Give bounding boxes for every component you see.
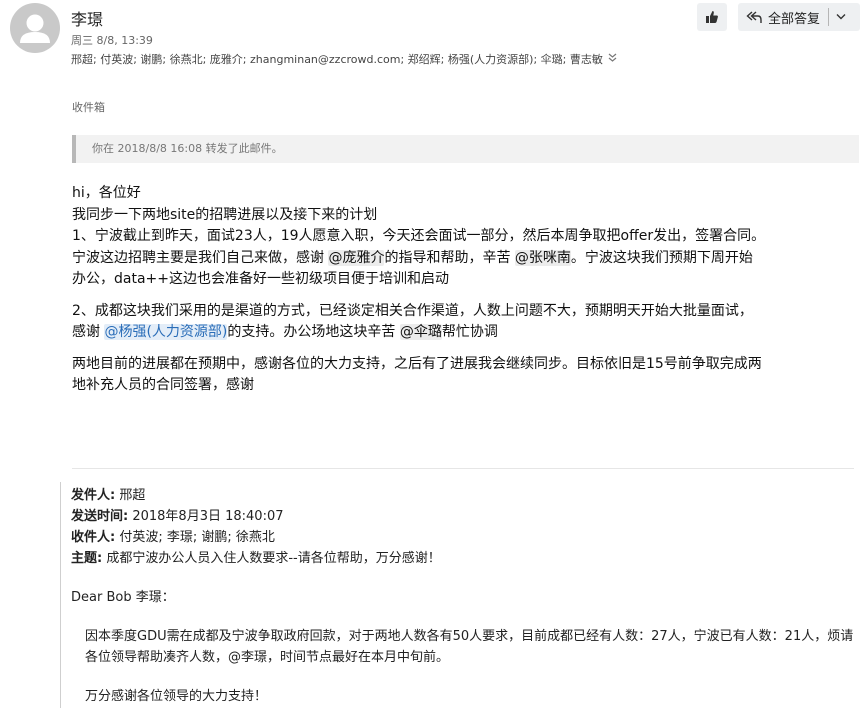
text-segment: 的支持。办公场地这块辛苦 — [227, 324, 400, 340]
ningbo-line-1: 1、宁波截止到昨天，面试23人，19人愿意入职，今天还会面试一部分，然后本周争取… — [72, 228, 766, 244]
quoted-to: 收件人: 付英波; 李璟; 谢鹏; 徐燕北 — [71, 527, 860, 548]
text-segment: 的指导和帮助，辛苦 — [384, 249, 515, 266]
mention-pang[interactable]: @庞雅介 — [328, 249, 385, 266]
sender-name: 李璟 — [71, 10, 104, 29]
quoted-subject: 主题: 成都宁波办公人员入住人数要求--请各位帮助，万分感谢！ — [71, 548, 860, 569]
text-segment: 帮忙协调 — [441, 324, 498, 340]
forward-notice: 你在 2018/8/8 16:08 转发了此邮件。 — [72, 135, 859, 163]
field-label: 发件人: — [71, 488, 116, 503]
summary-line-1: 两地目前的进展都在预期中，感谢各位的大力支持，之后有了进展我会继续同步。目标依旧… — [72, 355, 762, 372]
double-chevron-down-icon[interactable] — [608, 53, 617, 66]
text-segment: 宁波这边招聘主要是我们自己来做，感谢 — [72, 249, 329, 266]
quoted-sent: 发送时间: 2018年8月3日 18:40:07 — [71, 506, 860, 527]
quoted-paragraph-2: 万分感谢各位领导的大力支持！ — [85, 689, 268, 704]
field-value: 邢超 — [119, 488, 146, 503]
field-value: 2018年8月3日 18:40:07 — [132, 509, 284, 524]
chevron-down-icon[interactable] — [836, 10, 846, 25]
quoted-message: 发件人: 邢超 发送时间: 2018年8月3日 18:40:07 收件人: 付英… — [60, 482, 860, 708]
field-label: 发送时间: — [71, 509, 129, 524]
text-segment: 。宁波这块我们预期下周开始 — [570, 249, 753, 266]
ningbo-line-3: 办公，data++这边也会准备好一些初级项目便于培训和启动 — [72, 271, 449, 287]
chengdu-line-1: 2、成都这块我们采用的是渠道的方式，已经谈定相关合作渠道，人数上问题不大，预期明… — [72, 302, 753, 319]
section-divider — [72, 468, 854, 469]
reply-all-label: 全部答复 — [768, 11, 821, 27]
summary-line-2: 地补充人员的合同签署，感谢 — [72, 377, 254, 393]
ningbo-line-2: 宁波这边招聘主要是我们自己来做，感谢 @庞雅介的指导和帮助，辛苦 @张咪南。宁波… — [72, 248, 862, 270]
greeting-line: hi，各位好 — [72, 185, 141, 201]
button-divider — [828, 8, 830, 26]
text-segment: 感谢 — [72, 324, 105, 340]
intro-line: 我同步一下两地site的招聘进展以及接下来的计划 — [72, 206, 378, 223]
thumbs-up-icon — [706, 11, 718, 23]
field-label: 主题: — [71, 551, 103, 566]
field-value: 付英波; 李璟; 谢鹏; 徐燕北 — [119, 530, 275, 545]
mention-yang[interactable]: @杨强(人力资源部) — [104, 324, 228, 340]
message-body: hi，各位好 我同步一下两地site的招聘进展以及接下来的计划 1、宁波截止到昨… — [72, 183, 862, 397]
folder-label: 收件箱 — [72, 101, 105, 114]
person-icon — [20, 14, 50, 43]
quoted-paragraph-1: 因本季度GDU需在成都及宁波争取政府回款，对于两地人数各有50人要求，目前成都已… — [85, 629, 854, 665]
avatar — [10, 3, 60, 53]
quoted-greeting: Dear Bob 李璟： — [71, 590, 175, 605]
field-value: 成都宁波办公人员入住人数要求--请各位帮助，万分感谢！ — [106, 551, 441, 566]
recipient-list: 邢超; 付英波; 谢鹏; 徐燕北; 庞雅介; zhangminan@zzcrow… — [71, 51, 617, 67]
reply-all-button[interactable]: 全部答复 — [738, 3, 860, 31]
mention-zhang[interactable]: @张咪南 — [514, 249, 571, 266]
like-button[interactable] — [697, 3, 727, 31]
reply-all-icon — [746, 11, 762, 23]
mention-san[interactable]: @伞璐 — [399, 324, 442, 340]
chengdu-line-2: 感谢 @杨强(人力资源部)的支持。办公场地这块辛苦 @伞璐帮忙协调 — [72, 322, 862, 344]
quoted-from: 发件人: 邢超 — [71, 485, 860, 506]
recipient-names: 邢超; 付英波; 谢鹏; 徐燕北; 庞雅介; zhangminan@zzcrow… — [71, 53, 603, 66]
sent-date: 周三 8/8, 13:39 — [71, 34, 153, 47]
field-label: 收件人: — [71, 530, 116, 545]
